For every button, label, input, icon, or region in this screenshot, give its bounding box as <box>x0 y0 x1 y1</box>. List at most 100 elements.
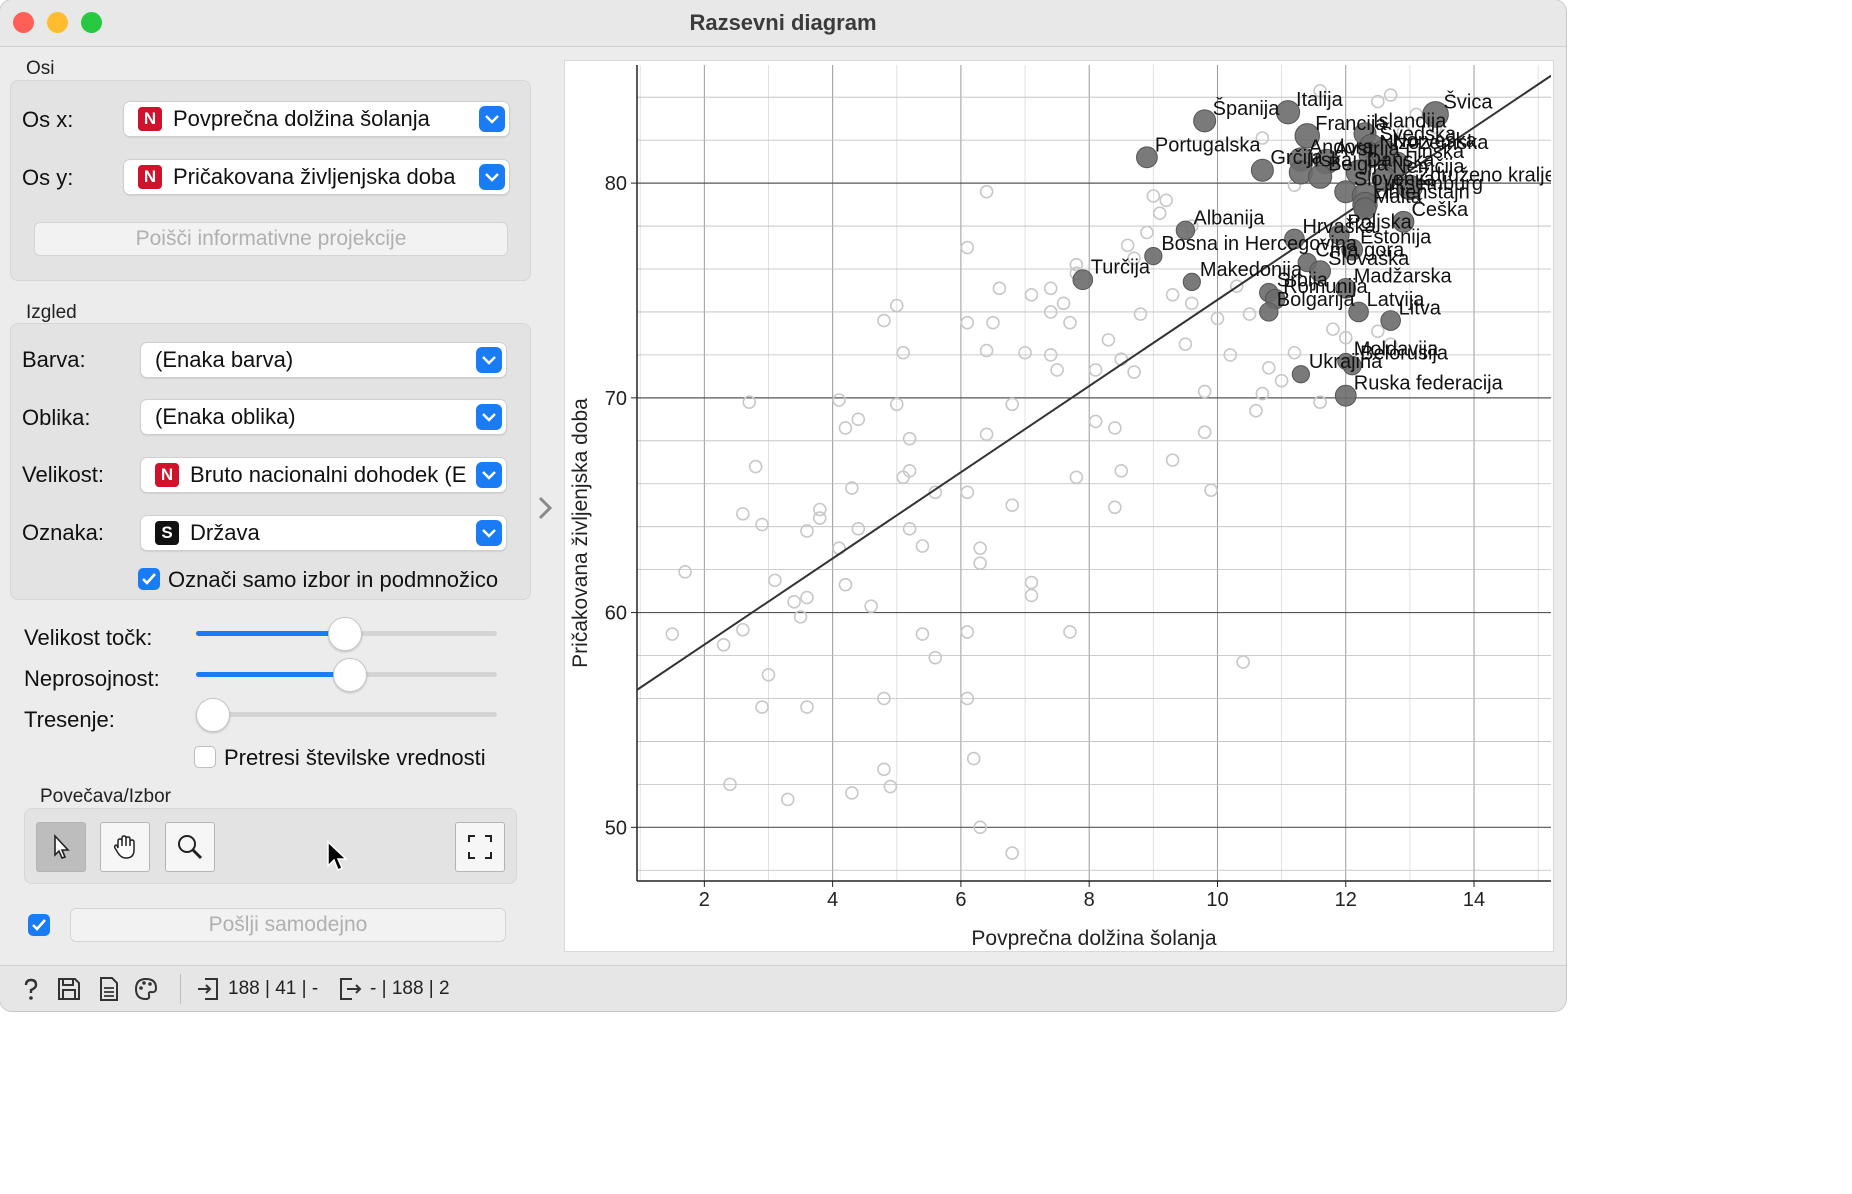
y-axis-combo[interactable]: N Pričakovana življenjska doba <box>123 159 510 195</box>
data-point <box>845 786 859 800</box>
data-point <box>960 485 975 500</box>
data-point <box>1063 625 1077 639</box>
point-label: Švica <box>1444 90 1494 113</box>
chevron-right-icon[interactable] <box>536 496 554 520</box>
opacity-label: Neprosojnost: <box>24 666 160 691</box>
data-point <box>973 541 987 555</box>
x-axis-title: Povprečna dolžina šolanja <box>971 927 1216 950</box>
data-point <box>1056 296 1071 311</box>
y-tick-label: 70 <box>605 388 627 410</box>
scatter-plot[interactable]: 2 4 6 8 10 12 14 50 60 70 80 Povprečna dolžina šola… <box>565 61 1553 951</box>
point-label: Albanija <box>1193 207 1265 229</box>
x-tick-label: 10 <box>1206 889 1228 911</box>
data-point <box>883 779 898 794</box>
point-label: Portugalska <box>1155 134 1261 156</box>
data-point <box>966 751 981 766</box>
opacity-slider-fill <box>196 672 350 677</box>
send-automatically-button[interactable]: Pošlji samodejno <box>70 908 506 942</box>
zoom-section-label: Povečava/Izbor <box>40 786 171 807</box>
data-point <box>832 393 846 407</box>
data-point <box>1197 425 1212 440</box>
data-point <box>1165 287 1180 302</box>
y-axis-label: Os y: <box>22 165 74 190</box>
data-point <box>800 590 814 605</box>
status-divider <box>180 974 181 1004</box>
size-combo[interactable]: N Bruto nacionalni dohodek (E <box>140 457 507 493</box>
data-point <box>864 599 878 613</box>
data-point <box>1069 470 1084 485</box>
data-point <box>1197 384 1212 399</box>
shape-label: Oblika: <box>22 405 91 430</box>
data-point <box>1043 281 1058 296</box>
hand-icon <box>113 835 135 859</box>
fit-icon <box>468 835 492 859</box>
data-point <box>1185 296 1199 311</box>
chevron-down-icon <box>476 462 502 488</box>
save-icon[interactable] <box>56 976 82 1002</box>
y-axis-title: Pričakovana življenjska doba <box>569 398 592 668</box>
window-title: Razsevni diagram <box>689 10 877 35</box>
label-combo[interactable]: S Država <box>140 515 507 551</box>
x-tick-label: 8 <box>1084 889 1095 911</box>
point-size-slider-handle[interactable] <box>327 617 362 651</box>
jitter-slider-handle[interactable] <box>196 698 230 732</box>
select-tool-button[interactable] <box>36 822 86 872</box>
opacity-slider-handle[interactable] <box>333 658 368 692</box>
point-size-slider-fill <box>196 631 344 636</box>
pointer-icon <box>54 833 70 859</box>
data-point <box>1371 324 1385 339</box>
string-variable-icon: S <box>155 521 179 545</box>
size-label: Velikost: <box>22 462 104 487</box>
scatter-plot-window: Razsevni diagram Osi Os x: N Povprečna d… <box>0 0 1566 1011</box>
report-icon[interactable] <box>96 976 122 1002</box>
send-automatically-checkbox[interactable] <box>28 914 50 936</box>
data-point <box>1133 307 1148 321</box>
data-point <box>1236 655 1250 669</box>
label-label: Oznaka: <box>22 520 104 545</box>
jitter-numeric-text: Pretresi številske vrednosti <box>224 745 486 770</box>
label-selected-only-checkbox[interactable] <box>138 568 160 590</box>
color-label: Barva: <box>22 347 86 372</box>
jitter-numeric-checkbox[interactable] <box>194 746 216 768</box>
zoom-tool-button[interactable] <box>165 822 215 872</box>
data-point <box>1140 225 1154 240</box>
data-point <box>1159 193 1173 208</box>
data-point <box>1101 333 1116 347</box>
chevron-down-icon <box>479 164 505 190</box>
data-point <box>748 459 763 474</box>
data-point <box>1127 365 1141 379</box>
data-point <box>678 564 692 579</box>
find-informative-projections-button[interactable]: Poišči informativne projekcije <box>34 222 508 256</box>
jitter-slider-track[interactable] <box>196 712 497 717</box>
data-point <box>1165 453 1180 467</box>
data-point <box>1242 307 1257 321</box>
data-point <box>787 595 801 609</box>
chevron-down-icon <box>476 347 502 373</box>
color-combo[interactable]: (Enaka barva) <box>140 342 507 378</box>
data-point-labeled <box>1259 302 1279 322</box>
data-point <box>1108 421 1122 435</box>
plot-area[interactable]: 2 4 6 8 10 12 14 50 60 70 80 Povprečna dolžina šola… <box>564 60 1554 952</box>
data-point <box>915 627 930 641</box>
data-point <box>1204 483 1218 497</box>
data-point <box>896 345 910 360</box>
data-point-labeled <box>1072 269 1094 291</box>
y-tick-label: 50 <box>605 817 627 839</box>
palette-icon[interactable] <box>133 976 159 1002</box>
shape-combo[interactable]: (Enaka oblika) <box>140 399 507 435</box>
data-point <box>1108 500 1122 515</box>
data-point <box>1024 287 1039 302</box>
x-axis-combo[interactable]: N Povprečna dolžina šolanja <box>123 101 510 137</box>
pan-tool-button[interactable] <box>100 822 150 872</box>
help-icon[interactable] <box>18 976 44 1002</box>
input-summary: 188 | 41 | - <box>228 978 319 999</box>
data-point <box>1005 397 1020 412</box>
chevron-down-icon <box>479 106 505 132</box>
x-tick-label: 2 <box>699 889 710 911</box>
output-icon <box>340 978 362 1000</box>
chevron-down-icon <box>476 404 502 430</box>
y-tick-label: 80 <box>605 173 627 195</box>
reset-zoom-button[interactable] <box>455 822 505 872</box>
data-point <box>838 421 853 435</box>
chevron-down-icon <box>476 520 502 546</box>
